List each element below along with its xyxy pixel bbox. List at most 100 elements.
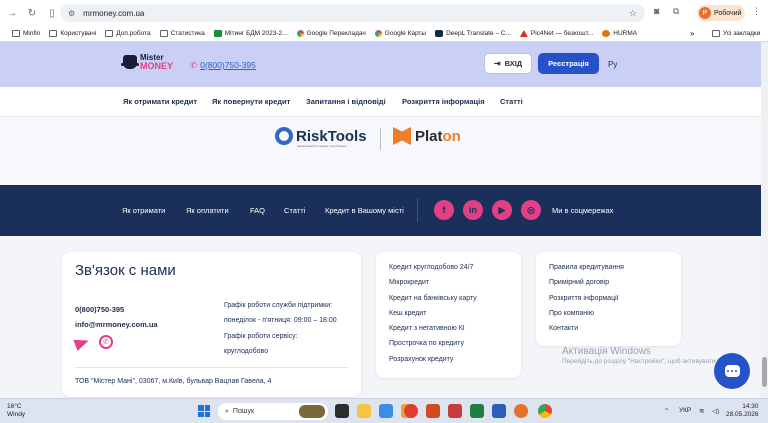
powerpoint-icon[interactable] (426, 404, 440, 418)
task-view-icon[interactable] (335, 404, 349, 418)
contacts-section: Зв'язок с нами 0(800)750-395 info@mrmone… (0, 236, 768, 398)
meet-icon (213, 30, 222, 37)
footer-credit-link[interactable]: Розрахунок кредиту (389, 356, 477, 371)
divider (75, 367, 348, 368)
word-icon[interactable] (492, 404, 506, 418)
footer-credit-link[interactable]: Кредит круглодобово 24/7 (389, 264, 477, 279)
profile-button[interactable]: Р Робочий (697, 5, 745, 21)
profile-label: Робочий (714, 9, 742, 17)
bookmark-star-icon[interactable]: ☆ (629, 8, 637, 19)
more-bookmarks-icon[interactable]: » (690, 29, 694, 38)
volume-icon[interactable]: ◁) (712, 407, 719, 415)
footer-info-link[interactable]: Правила кредитування (549, 264, 624, 279)
risktools-logo[interactable]: RiskTools ефективний інструмент для бізн… (275, 127, 367, 148)
bookmark-item[interactable]: HURMA (602, 30, 637, 37)
weather-widget[interactable]: 16°C Windy (7, 403, 25, 419)
viber-icon[interactable]: ✆ (99, 335, 113, 349)
extensions-icon[interactable]: ⧉ (673, 6, 679, 17)
page-scrollbar[interactable] (761, 42, 768, 398)
wifi-icon[interactable]: ≋ (699, 407, 704, 415)
chat-button[interactable] (714, 353, 750, 389)
youtube-icon[interactable]: ▶ (492, 200, 512, 220)
sidebar-icon[interactable]: ▯ (44, 5, 60, 21)
footer-link-how-to-pay[interactable]: Як оплатити (186, 206, 229, 215)
bookmark-item[interactable]: Доп.робота (105, 30, 151, 37)
footer-credit-link[interactable]: Прострочка по кредиту (389, 340, 477, 355)
bookmark-item[interactable]: Google Карты (374, 30, 426, 37)
phone-icon: ✆ (190, 60, 198, 70)
avatar: Р (699, 7, 711, 19)
nav-faq[interactable]: Запитання і відповіді (306, 97, 386, 106)
footer-link-faq[interactable]: FAQ (250, 206, 265, 215)
bookmark-item[interactable]: Pic4Net — безкошт... (519, 30, 593, 37)
chrome-icon[interactable] (538, 404, 552, 418)
folder-icon (12, 30, 20, 37)
footer-link-articles[interactable]: Статті (284, 206, 305, 215)
pic4net-icon (519, 30, 528, 37)
contact-title: Зв'язок с нами (75, 262, 176, 279)
deepl-icon (435, 30, 444, 37)
footer-info-link[interactable]: Примірний договір (549, 279, 624, 294)
linkedin-icon[interactable]: in (463, 200, 483, 220)
all-bookmarks[interactable]: Усі закладки (712, 30, 760, 37)
nav-articles[interactable]: Статті (500, 97, 523, 106)
file-explorer-icon[interactable] (357, 404, 371, 418)
main-nav: Як отримати кредит Як повернути кредит З… (0, 87, 768, 117)
nav-how-to-repay[interactable]: Як повернути кредит (212, 97, 290, 106)
footer-link-how-to-get[interactable]: Як отримати (122, 206, 165, 215)
platon-logo[interactable]: Platon (393, 127, 461, 145)
bookmark-item[interactable]: Мітинг БДМ 2023-2... (213, 30, 288, 37)
nav-disclosure[interactable]: Розкриття інформація (402, 97, 485, 106)
site-info-icon[interactable]: ⚙ (68, 9, 75, 18)
url-text: mrmoney.com.ua (83, 8, 145, 18)
footer-credit-link[interactable]: Мікрокредит (389, 279, 477, 294)
forward-icon[interactable]: → (4, 5, 20, 21)
snipping-tool-icon[interactable] (379, 404, 393, 418)
opera-icon[interactable] (404, 404, 418, 418)
bookmark-item[interactable]: DeepL Translate – С... (435, 30, 511, 37)
bookmark-item[interactable]: Статистика (159, 30, 205, 37)
excel-icon[interactable] (470, 404, 484, 418)
camera-icon[interactable]: ◙ (654, 6, 659, 16)
login-button[interactable]: ⇥ ВХІД (484, 53, 532, 74)
footer-credit-link[interactable]: Кеш кредит (389, 310, 477, 325)
instagram-icon[interactable]: ◎ (521, 200, 541, 220)
site-header: Mister MONEY ✆ 0(800)750-395 ⇥ ВХІД Реєстр… (0, 42, 768, 87)
bookmark-item[interactable]: Minfin (12, 30, 40, 37)
address-bar[interactable]: ⚙ mrmoney.com.ua ☆ (60, 4, 645, 22)
pdf-icon[interactable] (448, 404, 462, 418)
site-logo[interactable]: Mister MONEY (121, 54, 173, 71)
menu-icon[interactable]: ⋮ (752, 6, 761, 17)
support-hours-title: Графік роботи служби підтримки: (224, 302, 333, 309)
footer-info-link[interactable]: Контакти (549, 325, 624, 340)
footer-info-link[interactable]: Про компанію (549, 310, 624, 325)
tray-chevron-icon[interactable]: ⌃ (664, 407, 669, 415)
bookmark-item[interactable]: Користувачі (49, 30, 96, 37)
taskbar-clock[interactable]: 14:30 28.05.2026 (726, 403, 759, 419)
search-highlight-image (299, 405, 325, 418)
contact-email-link[interactable]: info@mrmoney.com.ua (75, 320, 158, 329)
divider (380, 128, 381, 150)
language-switch[interactable]: Ру (608, 60, 617, 69)
facebook-icon[interactable]: f (434, 200, 454, 220)
nav-how-to-get-credit[interactable]: Як отримати кредит (123, 97, 197, 106)
footer-link-city-credit[interactable]: Кредит в Вашому місті (325, 206, 404, 215)
telegram-icon[interactable] (73, 334, 91, 352)
register-button[interactable]: Реєстрація (538, 53, 599, 74)
scrollbar-thumb[interactable] (762, 357, 767, 387)
partners-strip: RiskTools ефективний інструмент для бізн… (0, 117, 768, 185)
google-icon (296, 30, 304, 37)
reload-icon[interactable]: ↻ (24, 5, 40, 21)
footer-info-link[interactable]: Розкриття інформації (549, 295, 624, 310)
footer-credit-link[interactable]: Кредит з негативною КІ (389, 325, 477, 340)
footer-credit-link[interactable]: Кредит на банківську карту (389, 295, 477, 310)
firefox-icon[interactable] (514, 404, 528, 418)
company-address: ТОВ "Містер Мані", 03067, м.Київ, бульва… (75, 378, 272, 385)
contact-phone-link[interactable]: 0(800)750-395 (75, 305, 124, 314)
keyboard-language[interactable]: УКР (679, 407, 691, 414)
start-icon[interactable] (198, 405, 210, 417)
header-phone-link[interactable]: ✆ 0(800)750-395 (190, 60, 256, 71)
bookmark-item[interactable]: Google Перекладач (296, 30, 366, 37)
credit-links-card: Кредит круглодобово 24/7 Мікрокредит Кре… (376, 252, 521, 378)
taskbar-search[interactable]: ⌕ Пошук (218, 403, 328, 420)
